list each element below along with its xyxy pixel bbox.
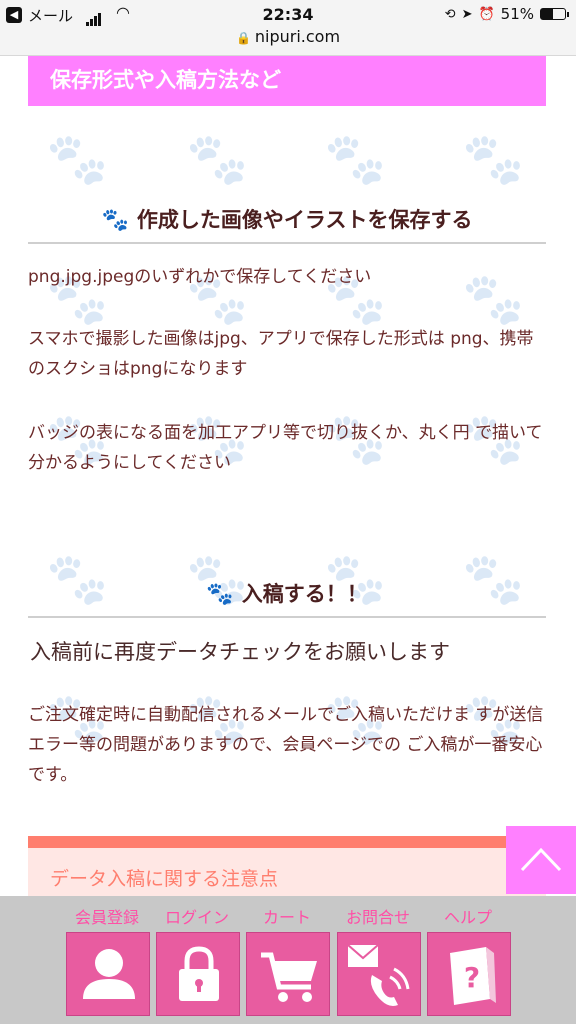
svg-text:?: ? xyxy=(464,961,480,994)
nav-label-cart[interactable]: カート xyxy=(242,904,332,928)
nav-label-help[interactable]: ヘルプ xyxy=(423,904,513,928)
battery-icon xyxy=(540,8,569,20)
nav-login-button[interactable] xyxy=(156,932,240,1016)
submit-section-heading: 🐾 入稿する！！ xyxy=(28,578,546,618)
save-section-heading: 🐾 作成した画像やイラストを保存する xyxy=(28,204,546,244)
bottom-nav: 会員登録 ログイン カート お問合せ ヘルプ ? xyxy=(0,896,576,1024)
cart-icon xyxy=(261,952,317,1002)
submit-paragraph: ご注文確定時に自動配信されるメールでご入稿いただけま すが送信エラー等の問題があ… xyxy=(28,705,544,785)
nav-register-button[interactable] xyxy=(66,932,150,1016)
help-book-icon: ? xyxy=(450,947,496,1005)
paw-pattern-icon: 🐾 xyxy=(186,130,249,188)
save-paragraph-3: バッジの表になる面を加工アプリ等で切り抜くか、丸く円 で描いて分かるようにしてく… xyxy=(28,423,543,473)
nav-cart-button[interactable] xyxy=(246,932,330,1016)
chevron-up-icon xyxy=(520,847,562,872)
save-paragraph-2: スマホで撮影した画像はjpg、アプリで保存した形式は png、携帯のスクショはp… xyxy=(28,329,534,379)
alarm-icon: ⏰ xyxy=(478,6,495,22)
section-banner: 保存形式や入稿方法など xyxy=(28,56,546,106)
paw-icon: 🐾 xyxy=(206,582,234,607)
save-paragraph-1: png.jpg.jpegのいずれかで保存してください xyxy=(28,267,372,287)
nav-help-button[interactable]: ? xyxy=(427,932,511,1016)
nav-contact-button[interactable] xyxy=(337,932,421,1016)
nav-label-register[interactable]: 会員登録 xyxy=(62,904,152,928)
nav-label-login[interactable]: ログイン xyxy=(152,904,242,928)
url-bar[interactable]: 🔒 nipuri.com xyxy=(0,27,576,46)
paw-pattern-icon: 🐾 xyxy=(46,130,109,188)
status-bar: ◀ メール ◠ 22:34 ⟲ ➤ ⏰ 51% 🔒 nipuri.com xyxy=(0,0,576,56)
user-icon xyxy=(83,949,135,999)
paw-icon: 🐾 xyxy=(101,208,129,233)
lock-icon: 🔒 xyxy=(235,31,251,45)
scroll-to-top-button[interactable] xyxy=(506,826,576,894)
lock-icon xyxy=(179,946,219,1001)
url-text: nipuri.com xyxy=(254,27,341,46)
nav-label-contact[interactable]: お問合せ xyxy=(333,904,423,928)
page-content: 🐾🐾🐾🐾🐾🐾🐾🐾🐾🐾🐾🐾🐾🐾🐾🐾🐾🐾🐾🐾🐾🐾🐾🐾🐾🐾🐾🐾 保存形式や入稿方法など… xyxy=(0,56,576,896)
orientation-lock-icon: ⟲ xyxy=(444,6,456,22)
save-section-title: 作成した画像やイラストを保存する xyxy=(136,208,473,232)
paw-pattern-icon: 🐾 xyxy=(324,130,387,188)
paw-pattern-icon: 🐾 xyxy=(462,130,525,188)
battery-percent: 51% xyxy=(500,5,534,23)
submit-lead: 入稿前に再度データチェックをお願いします xyxy=(30,640,450,664)
note-box-title[interactable]: データ入稿に関する注意点 xyxy=(50,864,278,891)
location-icon: ➤ xyxy=(461,6,473,22)
mail-phone-icon xyxy=(347,944,410,1006)
submit-section-title: 入稿する！！ xyxy=(241,582,368,606)
